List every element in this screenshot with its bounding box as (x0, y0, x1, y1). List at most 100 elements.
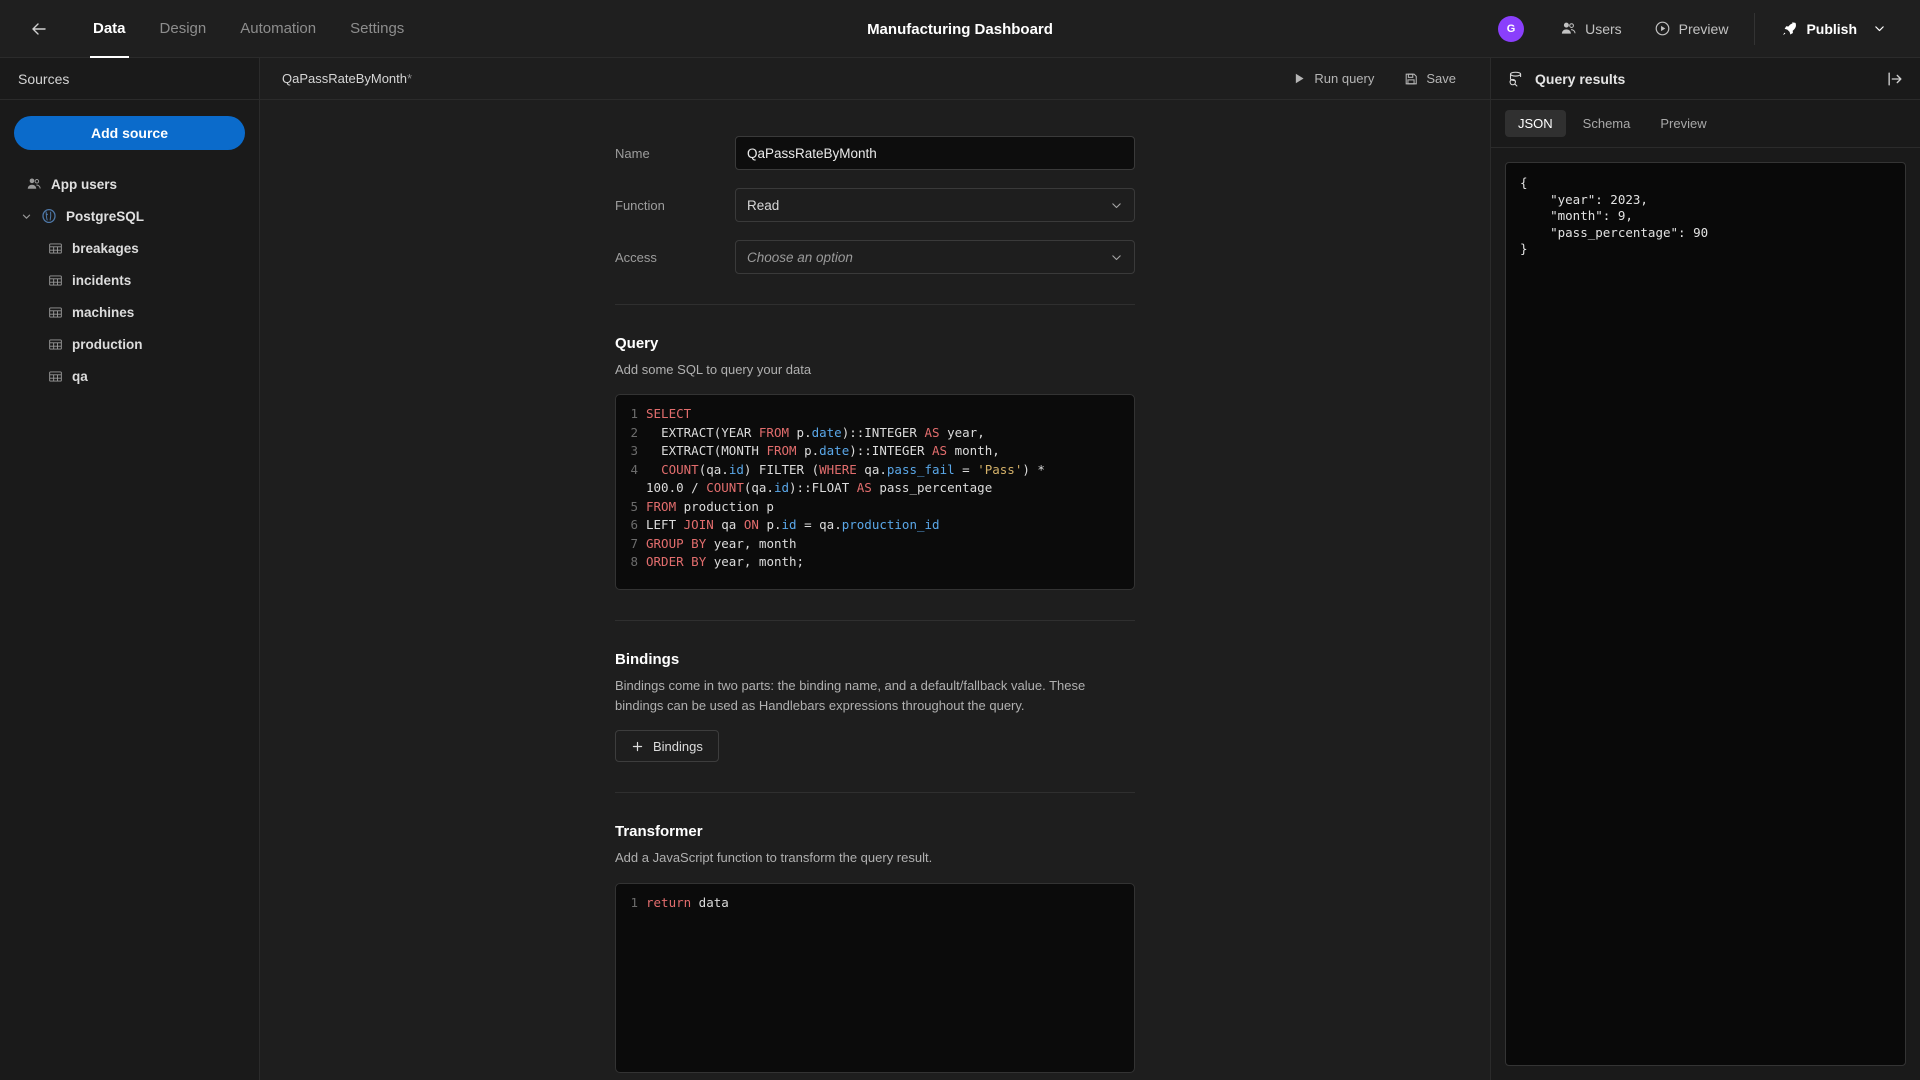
chevron-down-icon (1110, 199, 1123, 212)
nav-tab-automation[interactable]: Automation (223, 0, 333, 58)
access-select-placeholder: Choose an option (747, 249, 853, 265)
add-source-button[interactable]: Add source (14, 116, 245, 150)
rocket-icon (1781, 20, 1798, 37)
sidebar-header: Sources (0, 58, 259, 100)
code-line-number: 5 (630, 498, 638, 514)
code-line: 3 EXTRACT(MONTH FROM p.date)::INTEGER AS… (616, 442, 1134, 461)
preview-button[interactable]: Preview (1638, 11, 1745, 47)
nav-tab-automation-label: Automation (240, 20, 317, 37)
back-arrow-icon[interactable] (24, 14, 54, 44)
code-line: 1 SELECT (616, 405, 1134, 424)
transformer-section-title: Transformer (615, 823, 703, 841)
code-line: 5 FROM production p (616, 498, 1134, 517)
code-line-text: FROM production p (646, 498, 774, 514)
query-section-title: Query (615, 335, 659, 352)
code-line-number: 1 (630, 406, 638, 422)
code-line-text: EXTRACT(MONTH FROM p.date)::INTEGER AS m… (661, 443, 1000, 459)
app-body: Sources Add source App users PostgreSQL … (0, 58, 1920, 1080)
section-divider (615, 792, 1135, 794)
save-button[interactable]: Save (1392, 64, 1468, 94)
sidebar-item-postgresql-label: PostgreSQL (66, 208, 145, 224)
table-icon (48, 305, 63, 320)
sidebar-table-machines-label: machines (72, 304, 135, 320)
code-line: 1 return data (616, 894, 1134, 913)
function-label: Function (615, 197, 665, 213)
top-navigation-bar: Data Design Automation Settings Manufact… (0, 0, 1920, 58)
code-line-text: GROUP BY year, month (646, 535, 797, 551)
query-editor-actions: Run query Save (1281, 64, 1468, 94)
section-divider (615, 304, 1135, 305)
sidebar-item-postgresql[interactable]: PostgreSQL (14, 200, 245, 232)
bindings-section-title: Bindings (615, 651, 680, 669)
results-tab-preview-label: Preview (1660, 116, 1707, 131)
nav-tab-settings[interactable]: Settings (333, 0, 421, 58)
table-icon (48, 241, 63, 256)
nav-tab-data[interactable]: Data (76, 0, 143, 58)
plus-icon (631, 740, 644, 753)
sidebar-table-breakages-label: breakages (72, 240, 139, 256)
main-panel: QaPassRateByMonth* Run query Save Name Q… (260, 58, 1490, 1080)
nav-tab-design-label: Design (159, 20, 207, 37)
query-editor-scroll-area[interactable]: Name Function Read (260, 100, 1490, 1080)
code-line-text: SELECT (646, 406, 692, 422)
sidebar-table-qa[interactable]: qa (14, 360, 245, 392)
form-row-function: Function Read (615, 188, 1135, 222)
sql-code-editor[interactable]: 1 SELECT 2 EXTRACT(YEAR FROM p.date)::INTE… (615, 394, 1135, 591)
transformer-code-editor[interactable]: 1 return data (615, 882, 1135, 1073)
sidebar-table-incidents[interactable]: incidents (14, 264, 245, 296)
results-tab-schema[interactable]: Schema (1570, 110, 1644, 137)
code-line-number: 7 (630, 535, 638, 551)
publish-button-label: Publish (1806, 20, 1857, 37)
add-bindings-label: Bindings (653, 738, 703, 754)
code-line-number: 4 (630, 461, 638, 477)
sidebar-table-breakages[interactable]: breakages (14, 232, 245, 264)
query-section-description: Add some SQL to query your data (615, 362, 812, 377)
results-tab-schema-label: Schema (1582, 116, 1631, 131)
play-circle-icon (1654, 20, 1671, 37)
publish-button[interactable]: Publish (1765, 11, 1902, 47)
add-bindings-button[interactable]: Bindings (615, 730, 719, 763)
preview-button-label: Preview (1678, 20, 1729, 37)
run-query-button[interactable]: Run query (1281, 64, 1386, 94)
query-name-text: QaPassRateByMonth (282, 71, 408, 86)
database-search-icon (1507, 70, 1525, 88)
form-row-access: Access Choose an option (615, 240, 1135, 274)
name-input[interactable] (735, 136, 1135, 170)
chevron-down-icon[interactable] (20, 211, 32, 222)
access-label: Access (615, 249, 657, 265)
scroll-bottom-spacer (260, 1073, 1490, 1080)
panel-collapse-right-icon[interactable] (1886, 70, 1904, 88)
code-line-text: LEFT JOIN qa ON p.id = qa.production_id (646, 517, 940, 533)
nav-tab-design[interactable]: Design (143, 0, 224, 58)
form-row-name: Name (615, 136, 1135, 170)
json-result-output[interactable]: { "year": 2023, "month": 9, "pass_percen… (1505, 162, 1906, 1066)
users-button[interactable]: Users (1544, 11, 1638, 47)
sidebar-table-machines[interactable]: machines (14, 296, 245, 328)
unsaved-marker: * (407, 71, 413, 86)
topbar-actions: G Users Preview Publish (1498, 11, 1902, 47)
play-icon (1293, 72, 1306, 85)
table-icon (48, 273, 63, 288)
floppy-disk-icon (1404, 72, 1418, 86)
code-line-number: 1 (630, 894, 638, 910)
sidebar-table-production[interactable]: production (14, 328, 245, 360)
sidebar-item-app-users[interactable]: App users (14, 168, 245, 200)
postgresql-icon (41, 208, 57, 224)
save-label: Save (1426, 71, 1456, 86)
sidebar-body: Add source App users PostgreSQL breakage… (0, 100, 259, 408)
query-results-title: Query results (1535, 70, 1626, 87)
table-icon (48, 337, 63, 352)
results-tab-json[interactable]: JSON (1505, 110, 1566, 137)
code-line: 6 LEFT JOIN qa ON p.id = qa.production_id (616, 516, 1134, 535)
access-select[interactable]: Choose an option (735, 240, 1135, 274)
name-label: Name (615, 145, 650, 161)
query-results-header: Query results (1491, 58, 1920, 100)
users-icon (1560, 20, 1577, 37)
results-tab-preview[interactable]: Preview (1647, 110, 1719, 137)
code-line-number: 6 (630, 517, 638, 533)
function-select[interactable]: Read (735, 188, 1135, 222)
bindings-section-description: Bindings come in two parts: the binding … (615, 678, 1086, 714)
app-root: Data Design Automation Settings Manufact… (0, 0, 1920, 1080)
avatar[interactable]: G (1498, 15, 1525, 42)
sidebar-item-app-users-label: App users (51, 176, 118, 192)
